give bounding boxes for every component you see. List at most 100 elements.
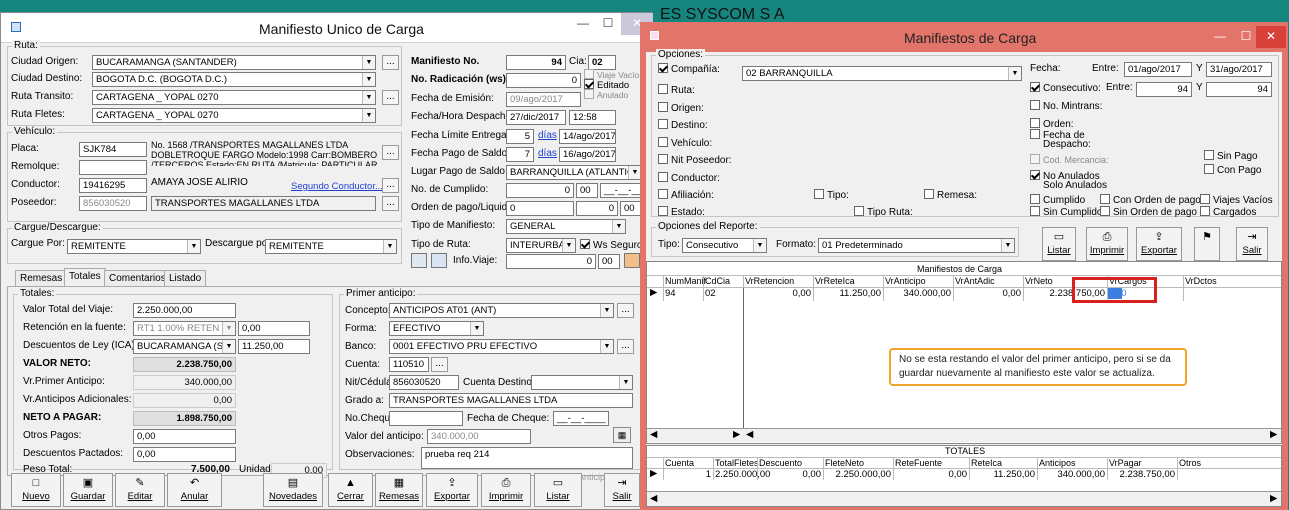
cumplido-input[interactable]: 0 xyxy=(506,183,574,198)
nuevo-button[interactable]: □ Nuevo xyxy=(11,473,61,507)
limite-dias-link[interactable]: días xyxy=(538,130,557,142)
chart-icon[interactable] xyxy=(624,253,640,268)
filter-button[interactable]: ⚑ xyxy=(1194,227,1220,261)
lugar-select[interactable]: BARRANQUILLA (ATLANTIC ▼ xyxy=(506,165,642,180)
totales-header-otros[interactable]: Otros xyxy=(1179,458,1201,468)
totales-cell-totalfletes[interactable]: 2.250.000,00 xyxy=(715,469,770,480)
origen-checkbox[interactable]: Origen: xyxy=(658,102,704,115)
cheque-input[interactable] xyxy=(389,411,463,426)
conductor-id-input[interactable]: 19416295 xyxy=(79,178,147,193)
title-bar[interactable]: Manifiestos de Carga — ☐ ✕ xyxy=(640,22,1288,52)
valor-total-input[interactable]: 2.250.000,00 xyxy=(133,303,236,318)
pago-days-input[interactable]: 7 xyxy=(506,147,534,162)
scroll-right-icon-2[interactable]: ▶ xyxy=(1270,429,1277,440)
destino-checkbox[interactable]: Destino: xyxy=(658,119,708,132)
imprimir-button[interactable]: ⎙ Imprimir xyxy=(481,473,531,507)
descuentos-ley-select[interactable]: BUCARAMANGA (SAN ▼ xyxy=(133,339,236,354)
totales-header-totalfletes[interactable]: TotalFletes xyxy=(715,458,759,468)
origen-select[interactable]: BUCARAMANGA (SANTANDER) ▼ xyxy=(92,55,376,70)
column-header-nummanif[interactable]: NumManif xyxy=(665,276,706,286)
sin-orden-checkbox[interactable]: Sin Orden de pago xyxy=(1100,206,1197,219)
formato-select[interactable]: 01 Predeterminado ▼ xyxy=(818,238,1015,253)
column-header-vrantadic[interactable]: VrAntAdic xyxy=(955,276,995,286)
grid-scrollbar[interactable] xyxy=(647,428,1281,442)
despacho-date-input[interactable]: 27/dic/2017 xyxy=(506,110,566,125)
totales-cell-anticipos[interactable]: 340.000,00 xyxy=(1039,469,1105,480)
orden-input-2[interactable]: 0 xyxy=(576,201,618,216)
close-icon[interactable]: ✕ xyxy=(1256,26,1286,48)
totales-grid[interactable]: TOTALES Cuenta TotalFletes Descuento FleteN… xyxy=(646,445,1282,507)
descuentos-pactados-input[interactable]: 0,00 xyxy=(133,447,236,462)
manifiesto-no-input[interactable]: 94 xyxy=(506,55,566,70)
tab-listado[interactable]: Listado xyxy=(164,270,207,286)
salir-button[interactable]: ⇥ Salir xyxy=(1236,227,1268,261)
solo-anulados-label[interactable]: Solo Anulados xyxy=(1043,180,1107,192)
concepto-select[interactable]: ANTICIPOS AT01 (ANT) ▼ xyxy=(389,303,614,318)
cia-input[interactable]: 02 xyxy=(588,55,616,70)
info-viaje-input-b[interactable]: 00 xyxy=(598,254,620,269)
fletes-select[interactable]: CARTAGENA _ YOPAL 0270 ▼ xyxy=(92,108,376,123)
pago-date-input[interactable]: 16/ago/2017 xyxy=(559,147,616,162)
tipo-manifiesto-select[interactable]: GENERAL ▼ xyxy=(506,219,626,234)
minimize-icon[interactable]: — xyxy=(1206,26,1234,48)
totales-scrollbar[interactable] xyxy=(647,491,1281,506)
emision-input[interactable]: 09/ago/2017 xyxy=(506,92,581,107)
cell-cdcia[interactable]: 02 xyxy=(705,288,741,299)
totales-header-reteica[interactable]: ReteIca xyxy=(971,458,1002,468)
totales-cell-vrpagar[interactable]: 2.238.750,00 xyxy=(1109,469,1175,480)
radicacion-input[interactable]: 0 xyxy=(506,73,581,88)
totales-cell-reteica[interactable]: 11.250,00 xyxy=(971,469,1035,480)
exportar-button[interactable]: ⇪ Exportar xyxy=(1136,227,1182,261)
info-viaje-icon[interactable] xyxy=(431,253,447,268)
cell-vrretencion[interactable]: 0,00 xyxy=(745,288,812,299)
fecha-cheque-input[interactable]: __-__-____ xyxy=(553,411,609,426)
totales-header-retefuente[interactable]: ReteFuente xyxy=(895,458,942,468)
consecutivo-desde-input[interactable]: 94 xyxy=(1136,82,1192,97)
destino-select[interactable]: BOGOTA D.C. (BOGOTA D.C.) ▼ xyxy=(92,72,376,87)
poseedor-id-input[interactable]: 856030520 xyxy=(79,196,147,211)
totales-header-cuenta[interactable]: Cuenta xyxy=(665,458,694,468)
column-header-vrdctos[interactable]: VrDctos xyxy=(1185,276,1217,286)
forma-select[interactable]: EFECTIVO ▼ xyxy=(389,321,484,336)
compania-checkbox[interactable]: Compañía: xyxy=(658,63,720,76)
anular-button[interactable]: ↶ Anular xyxy=(167,473,222,507)
estado-checkbox[interactable]: Estado: xyxy=(658,206,705,219)
tipo-checkbox[interactable]: Tipo: xyxy=(814,189,849,202)
placa-ellipsis-button[interactable]: ... xyxy=(382,145,399,160)
cargados-checkbox[interactable]: Cargados xyxy=(1200,206,1256,219)
column-header-cdcia[interactable]: CdCia xyxy=(705,276,730,286)
vehiculo-checkbox[interactable]: Vehículo: xyxy=(658,137,712,150)
nit-input[interactable]: 856030520 xyxy=(389,375,459,390)
image-icon[interactable] xyxy=(411,253,427,268)
anulado-checkbox[interactable]: Anulado xyxy=(584,89,628,101)
segundo-conductor-link[interactable]: Segundo Conductor... xyxy=(291,181,383,193)
placa-input[interactable]: SJK784 xyxy=(79,142,147,157)
banco-select[interactable]: 0001 EFECTIVO PRU EFECTIVO ▼ xyxy=(389,339,614,354)
remesa-checkbox[interactable]: Remesa: xyxy=(924,189,977,202)
calculator-icon[interactable]: ▦ xyxy=(613,427,631,443)
cod-mercancia-checkbox[interactable]: Cod. Mercancia: xyxy=(1030,154,1109,166)
scroll-left-icon[interactable]: ◀ xyxy=(650,493,657,504)
title-bar[interactable]: Manifiesto Unico de Carga — ☐ ✕ xyxy=(1,13,653,43)
orden-input-3[interactable]: 00 xyxy=(620,201,642,216)
salir-button[interactable]: ⇥ Salir xyxy=(604,473,640,507)
tipo-ruta-checkbox[interactable]: Tipo Ruta: xyxy=(854,206,913,219)
afiliacion-checkbox[interactable]: Afiliación: xyxy=(658,189,714,202)
imprimir-button[interactable]: ⎙ Imprimir xyxy=(1086,227,1128,261)
tipo-ruta-select[interactable]: INTERURBANO ▼ xyxy=(506,238,576,253)
cargue-select[interactable]: REMITENTE ▼ xyxy=(67,239,201,254)
cell-vranticipo[interactable]: 340.000,00 xyxy=(885,288,951,299)
consecutivo-checkbox[interactable]: Consecutivo: xyxy=(1030,82,1101,95)
minimize-icon[interactable]: — xyxy=(569,13,597,35)
observaciones-textarea[interactable]: prueba req 214 xyxy=(421,447,633,469)
sin-pago-checkbox[interactable]: Sin Pago xyxy=(1204,150,1258,163)
tab-comentarios[interactable]: Comentarios xyxy=(104,270,171,286)
cell-vrreteica[interactable]: 11.250,00 xyxy=(815,288,881,299)
editar-button[interactable]: ✎ Editar xyxy=(115,473,165,507)
pago-dias-link[interactable]: días xyxy=(538,148,557,160)
remesas-button[interactable]: ▦ Remesas xyxy=(375,473,423,507)
totales-cell-cuenta[interactable]: 1 xyxy=(665,469,711,480)
tab-totales[interactable]: Totales xyxy=(64,268,106,287)
otros-pagos-input[interactable]: 0,00 xyxy=(133,429,236,444)
guardar-button[interactable]: ▣ Guardar xyxy=(63,473,113,507)
